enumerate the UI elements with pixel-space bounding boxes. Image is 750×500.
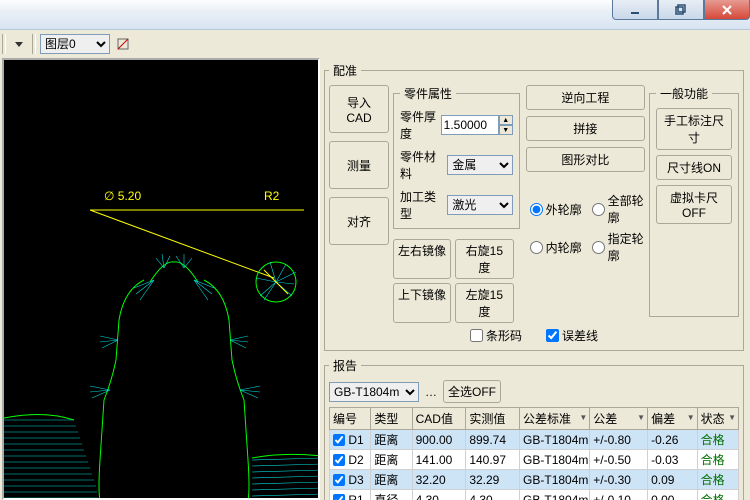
report-legend: 报告 (329, 357, 361, 374)
dropdown-icon[interactable] (10, 35, 28, 53)
align-button[interactable]: 对齐 (329, 197, 389, 245)
report-std-select[interactable]: GB-T1804m (329, 382, 419, 402)
material-label: 零件材料 (400, 148, 443, 182)
thickness-up[interactable]: ▲ (499, 115, 513, 125)
col-std[interactable]: 公差标准▼ (520, 408, 590, 430)
process-select[interactable]: 激光 (447, 195, 512, 215)
window-close-button[interactable] (704, 0, 750, 20)
report-group: 报告 GB-T1804m … 全选OFF 编号 类型 CAD值 实测值 公差标准… (324, 357, 744, 500)
stitch-button[interactable]: 拼接 (526, 116, 645, 141)
errline-check[interactable]: 误差线 (546, 327, 598, 344)
spec-radio[interactable]: 指定轮廓 (592, 230, 645, 264)
table-row[interactable]: D3距离32.2032.29GB-T1804m+/-0.300.09合格 (330, 470, 739, 490)
row-check[interactable] (333, 434, 345, 446)
annot-diameter: ∅ 5.20 (104, 189, 141, 203)
mirror-ud-button[interactable]: 上下镜像 (393, 283, 451, 323)
outer-radio[interactable]: 外轮廓 (530, 192, 582, 226)
material-select[interactable]: 金属 (447, 155, 512, 175)
hand-dim-button[interactable]: 手工标注尺寸 (656, 108, 732, 150)
process-label: 加工类型 (400, 188, 443, 222)
col-stat[interactable]: 状态▼ (697, 408, 738, 430)
col-cad[interactable]: CAD值 (412, 408, 466, 430)
row-check[interactable] (333, 454, 345, 466)
table-row[interactable]: D2距离141.00140.97GB-T1804m+/-0.50-0.03合格 (330, 450, 739, 470)
registration-group: 配准 导入CAD 测量 对齐 零件属性 零件厚度 ▲▼ (324, 62, 744, 351)
rotate-l15-button[interactable]: 左旋15度 (455, 283, 514, 323)
part-attr-legend: 零件属性 (400, 85, 456, 102)
col-meas[interactable]: 实测值 (466, 408, 520, 430)
cad-canvas[interactable]: ∅ 5.20 R2 (2, 58, 320, 500)
rotate-r15-button[interactable]: 右旋15度 (455, 239, 514, 279)
toolbar-separator (2, 34, 6, 54)
annot-radius: R2 (264, 189, 280, 203)
part-attr-group: 零件属性 零件厚度 ▲▼ 零件材料 金属 (393, 85, 520, 229)
row-check[interactable] (333, 474, 345, 486)
thickness-input[interactable] (441, 115, 499, 135)
window-max-button[interactable] (658, 0, 704, 20)
all-radio[interactable]: 全部轮廓 (592, 192, 645, 226)
measure-button[interactable]: 测量 (329, 141, 389, 189)
col-tol[interactable]: 公差▼ (590, 408, 648, 430)
table-row[interactable]: R1直径4.304.30GB-T1804m+/-0.100.00合格 (330, 490, 739, 500)
general-group: 一般功能 手工标注尺寸 尺寸线ON 虚拟卡尺OFF (649, 85, 739, 317)
std-ellipsis[interactable]: … (425, 385, 437, 399)
registration-legend: 配准 (329, 62, 361, 79)
reverse-eng-button[interactable]: 逆向工程 (526, 85, 645, 110)
layer-select[interactable]: 图层0 (40, 34, 110, 54)
row-check[interactable] (333, 494, 345, 500)
toolbar-separator (32, 34, 36, 54)
col-dev[interactable]: 偏差▼ (648, 408, 698, 430)
compare-button[interactable]: 图形对比 (526, 147, 645, 172)
window-min-button[interactable] (612, 0, 658, 20)
import-cad-button[interactable]: 导入CAD (329, 85, 389, 133)
col-type[interactable]: 类型 (371, 408, 412, 430)
barcode-check[interactable]: 条形码 (470, 327, 522, 344)
picker-icon[interactable] (114, 35, 132, 53)
report-table: 编号 类型 CAD值 实测值 公差标准▼ 公差▼ 偏差▼ 状态▼ D1距离900… (329, 407, 739, 500)
mirror-lr-button[interactable]: 左右镜像 (393, 239, 451, 279)
thickness-label: 零件厚度 (400, 108, 437, 142)
col-no[interactable]: 编号 (330, 408, 371, 430)
thickness-down[interactable]: ▼ (499, 125, 513, 135)
all-off-button[interactable]: 全选OFF (443, 380, 501, 403)
cad-drawing: ∅ 5.20 R2 (4, 60, 320, 500)
inner-radio[interactable]: 内轮廓 (530, 230, 582, 264)
general-legend: 一般功能 (656, 85, 712, 102)
dimline-on-button[interactable]: 尺寸线ON (656, 155, 732, 180)
table-row[interactable]: D1距离900.00899.74GB-T1804m+/-0.80-0.26合格 (330, 430, 739, 450)
caliper-off-button[interactable]: 虚拟卡尺OFF (656, 185, 732, 224)
